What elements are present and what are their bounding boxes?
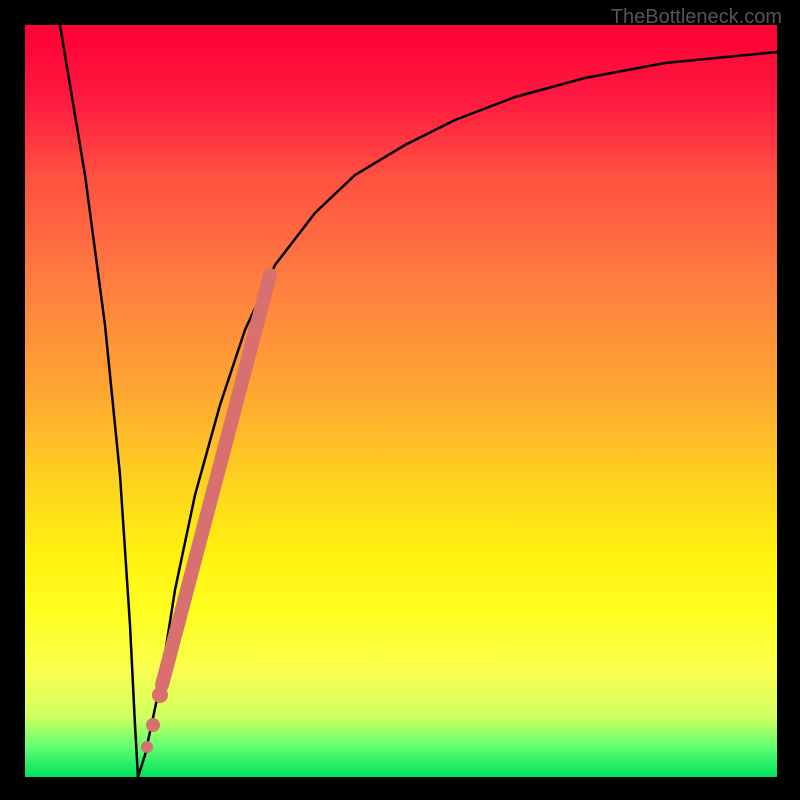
watermark-text: TheBottleneck.com <box>611 6 782 29</box>
highlight-dot <box>152 687 168 703</box>
highlight-dot <box>141 741 153 753</box>
chart-svg <box>25 25 777 777</box>
highlight-dot <box>146 718 160 732</box>
highlight-line-segment <box>162 275 270 685</box>
